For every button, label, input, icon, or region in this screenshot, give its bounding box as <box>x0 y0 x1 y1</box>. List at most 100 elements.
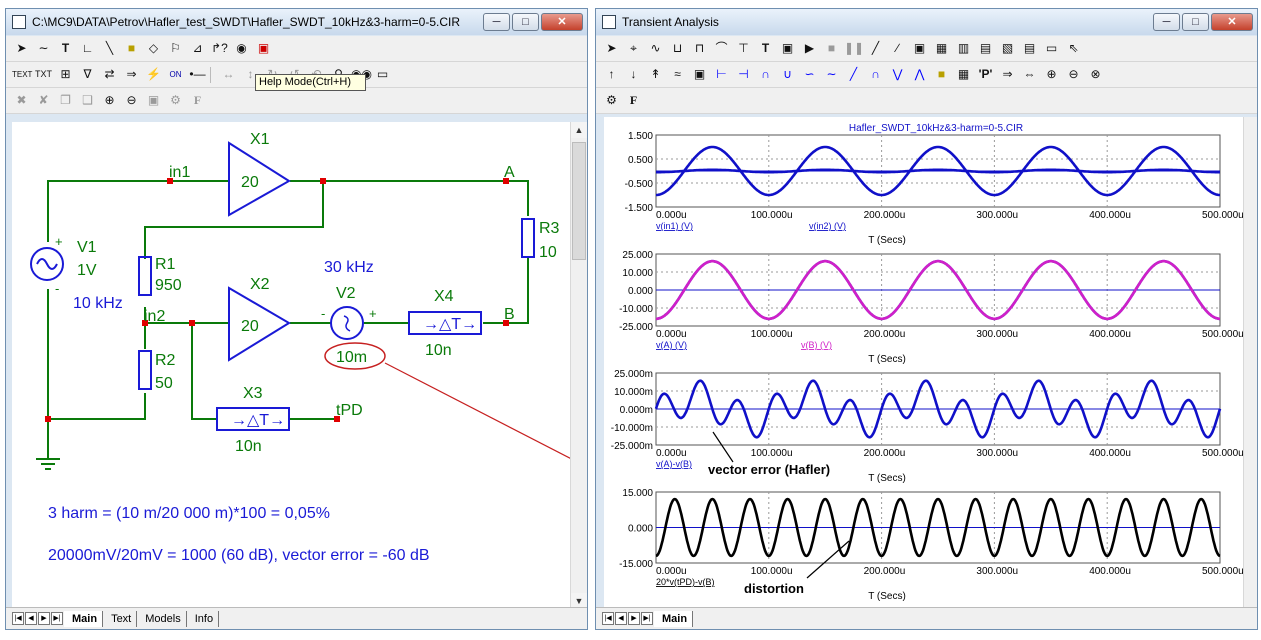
frame-icon[interactable]: ▣ <box>910 39 929 58</box>
component-icon[interactable]: ■ <box>122 39 141 58</box>
zoom-out-icon[interactable]: ⊖ <box>122 91 141 110</box>
text-toggle-icon[interactable]: TEXT <box>12 65 32 84</box>
node-numbers-icon[interactable]: ⇄ <box>100 65 119 84</box>
info-icon[interactable]: ▣ <box>254 39 273 58</box>
transient-titlebar[interactable]: Transient Analysis ─ □ ✕ <box>596 9 1257 35</box>
scale-icon[interactable]: ⌖ <box>624 39 643 58</box>
globe-icon[interactable]: ◉ <box>232 39 251 58</box>
high-icon[interactable]: ⊤ <box>734 39 753 58</box>
properties-icon[interactable]: ▣ <box>778 39 797 58</box>
fall-icon[interactable]: ∼ <box>822 65 841 84</box>
diagonal-line-icon[interactable]: ╲ <box>100 39 119 58</box>
zoom-in-icon[interactable]: ⊕ <box>1042 65 1061 84</box>
power-icon[interactable]: ⚡ <box>144 65 163 84</box>
tab-prev-icon[interactable]: ◀ <box>615 612 627 625</box>
font-icon[interactable]: F <box>624 91 643 110</box>
monitor-icon[interactable]: ▭ <box>373 65 392 84</box>
valley-marker-icon[interactable]: ↓ <box>624 65 643 84</box>
copy-icon[interactable]: ❐ <box>56 91 75 110</box>
dot-line-icon[interactable]: •— <box>188 65 207 84</box>
slope-up-icon[interactable]: ╱ <box>844 65 863 84</box>
select-arrow-icon[interactable]: ➤ <box>602 39 621 58</box>
left-cursor-icon[interactable]: ⊢ <box>712 65 731 84</box>
flag-icon[interactable]: ⚐ <box>166 39 185 58</box>
help-mode-icon[interactable]: ↱? <box>210 39 229 58</box>
zoom-out-icon[interactable]: ⊖ <box>1064 65 1083 84</box>
camera-icon[interactable]: ▣ <box>144 91 163 110</box>
high-marker-icon[interactable]: ↟ <box>646 65 665 84</box>
hgrid-icon[interactable]: ▤ <box>976 39 995 58</box>
tab-prev-icon[interactable]: ◀ <box>25 612 37 625</box>
maximize-button[interactable]: □ <box>512 13 539 31</box>
minimize-button[interactable]: ─ <box>483 13 510 31</box>
peak-icon[interactable]: ⊔ <box>668 39 687 58</box>
cancel-icon[interactable]: ✘ <box>34 91 53 110</box>
peak-marker-icon[interactable]: ↑ <box>602 65 621 84</box>
chart-icon[interactable]: ▣ <box>690 65 709 84</box>
transient-close-button[interactable]: ✕ <box>1211 13 1253 31</box>
label-icon[interactable]: ⇒ <box>998 65 1017 84</box>
scroll-thumb[interactable] <box>572 142 586 260</box>
select-arrow-icon[interactable]: ➤ <box>12 39 31 58</box>
tab-first-icon[interactable]: |◀ <box>602 612 614 625</box>
rise-icon[interactable]: ∽ <box>800 65 819 84</box>
grid-icon[interactable]: ∇ <box>78 65 97 84</box>
stop-icon[interactable]: ■ <box>822 39 841 58</box>
tab-next-icon[interactable]: ▶ <box>38 612 50 625</box>
zoom-in-icon[interactable]: ⊕ <box>100 91 119 110</box>
attribute-icon[interactable]: TXT <box>34 65 53 84</box>
schematic-canvas[interactable]: X1 20 X2 20 X3 →△T→ 10n X4 →△T→ 10n R1 9… <box>12 122 587 607</box>
scroll-up-arrow-icon[interactable]: ▲ <box>571 122 587 138</box>
tab-main[interactable]: Main <box>64 610 104 627</box>
tab-next-icon[interactable]: ▶ <box>628 612 640 625</box>
dip-icon[interactable]: ⋁ <box>888 65 907 84</box>
zoom-fit-icon[interactable]: ⊗ <box>1086 65 1105 84</box>
tab-main[interactable]: Main <box>654 610 694 627</box>
tab-first-icon[interactable]: |◀ <box>12 612 24 625</box>
grid-icon[interactable]: ▦ <box>932 39 951 58</box>
diag2-icon[interactable]: ∕ <box>888 39 907 58</box>
max-icon[interactable]: ⋀ <box>910 65 929 84</box>
tab-models[interactable]: Models <box>137 610 187 627</box>
point-icon[interactable]: 'P' <box>976 65 995 84</box>
cursor-icon[interactable]: ⇖ <box>1064 39 1083 58</box>
label2-icon[interactable]: ⇔ <box>1020 65 1039 84</box>
on-icon[interactable]: ON <box>166 65 185 84</box>
stop-icon[interactable]: ✖ <box>12 91 31 110</box>
vgrid-icon[interactable]: ▥ <box>954 39 973 58</box>
component-icon[interactable]: ■ <box>932 65 951 84</box>
font-icon[interactable]: F <box>188 91 207 110</box>
table-icon[interactable]: ▦ <box>954 65 973 84</box>
run-icon[interactable]: ▶ <box>800 39 819 58</box>
wire-icon[interactable]: ∼ <box>34 39 53 58</box>
transient-maximize-button[interactable]: □ <box>1182 13 1209 31</box>
close-button[interactable]: ✕ <box>541 13 583 31</box>
minor-grid-icon[interactable]: ▧ <box>998 39 1017 58</box>
tab-text[interactable]: Text <box>103 610 138 627</box>
valley-shape-icon[interactable]: ∪ <box>778 65 797 84</box>
current-icon[interactable]: ⇒ <box>122 65 141 84</box>
settings-icon[interactable]: ⚙ <box>602 91 621 110</box>
peak-shape-icon[interactable]: ∩ <box>756 65 775 84</box>
diag-icon[interactable]: ╱ <box>866 39 885 58</box>
low-marker-icon[interactable]: ≈ <box>668 65 687 84</box>
text-tool-icon[interactable]: T <box>756 39 775 58</box>
valley-icon[interactable]: ⊓ <box>690 39 709 58</box>
slope-icon[interactable]: ⌒ <box>712 39 731 58</box>
tab-last-icon[interactable]: ▶| <box>51 612 63 625</box>
bookmark-icon[interactable]: ⊿ <box>188 39 207 58</box>
axis-icon[interactable]: ▤ <box>1020 39 1039 58</box>
plot-area[interactable]: Hafler_SWDT_10kHz&3-harm=0-5.CIR 1.500 0.… <box>604 117 1244 609</box>
tab-info[interactable]: Info <box>187 610 220 627</box>
mirror-icon[interactable]: ↔ <box>219 65 238 84</box>
transient-minimize-button[interactable]: ─ <box>1153 13 1180 31</box>
settings-icon[interactable]: ⚙ <box>166 91 185 110</box>
shape-icon[interactable]: ◇ <box>144 39 163 58</box>
paste-icon[interactable]: ❑ <box>78 91 97 110</box>
pin-icon[interactable]: ⊞ <box>56 65 75 84</box>
line-tool-icon[interactable]: ∟ <box>78 39 97 58</box>
tracker-icon[interactable]: ▭ <box>1042 39 1061 58</box>
pause-icon[interactable]: ❚❚ <box>844 39 864 58</box>
text-tool-icon[interactable]: T <box>56 39 75 58</box>
schematic-titlebar[interactable]: C:\MC9\DATA\Petrov\Hafler_test_SWDT\Hafl… <box>6 9 587 35</box>
